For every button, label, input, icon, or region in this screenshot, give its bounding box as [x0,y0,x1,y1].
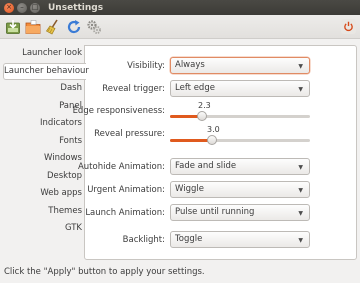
launch-animation-value: Pulse until running [175,207,255,217]
minimize-window-button[interactable]: – [17,2,27,13]
urgent-animation-label: Urgent Animation: [87,185,165,195]
chevron-down-icon: ▼ [298,63,303,70]
launch-animation-combo[interactable]: Pulse until running ▼ [170,204,310,221]
reveal-pressure-slider[interactable] [170,135,310,145]
quit-button[interactable] [341,19,356,34]
launch-animation-label: Launch Animation: [85,208,165,218]
maximize-window-button[interactable]: □ [30,2,40,13]
import-icon [6,20,20,34]
backlight-value: Toggle [175,234,203,244]
chevron-down-icon: ▼ [298,210,303,217]
urgent-animation-value: Wiggle [175,184,204,194]
import-button[interactable] [5,19,21,35]
chevron-down-icon: ▼ [298,237,303,244]
chevron-down-icon: ▼ [298,86,303,93]
autohide-animation-value: Fade and slide [175,161,237,171]
refresh-button[interactable] [66,19,82,35]
settings-panel [84,45,357,260]
visibility-label: Visibility: [127,61,165,71]
clean-button[interactable] [45,19,61,35]
sidebar-item-web-apps[interactable]: Web apps [3,185,84,203]
sidebar-item-windows[interactable]: Windows [3,150,84,168]
title-bar: × – □ Unsettings [0,0,360,15]
minimize-icon: – [20,3,24,11]
export-icon [25,20,41,34]
export-button[interactable] [25,19,41,35]
edge-responsiveness-label: Edge responsiveness: [72,106,165,116]
backlight-combo[interactable]: Toggle ▼ [170,231,310,248]
backlight-label: Backlight: [122,235,165,245]
status-message: Click the "Apply" button to apply your s… [4,267,205,277]
autohide-animation-combo[interactable]: Fade and slide ▼ [170,158,310,175]
sidebar-item-themes[interactable]: Themes [3,203,84,221]
maximize-icon: □ [31,3,39,11]
reveal-trigger-combo[interactable]: Left edge ▼ [170,80,310,97]
toolbar [0,15,360,39]
visibility-combo[interactable]: Always ▼ [170,57,310,74]
chevron-down-icon: ▼ [298,187,303,194]
refresh-icon [67,20,81,34]
close-window-button[interactable]: × [4,2,14,13]
reveal-pressure-fill [170,139,212,142]
reveal-pressure-value: 3.0 [207,125,220,134]
window-title: Unsettings [48,2,104,13]
reveal-pressure-handle[interactable] [207,135,217,145]
visibility-value: Always [175,60,205,70]
urgent-animation-combo[interactable]: Wiggle ▼ [170,181,310,198]
chevron-down-icon: ▼ [298,164,303,171]
category-sidebar: Launcher look Launcher behaviour Dash Pa… [3,45,89,233]
sidebar-item-dash[interactable]: Dash [3,80,84,98]
autohide-animation-label: Autohide Animation: [77,162,165,172]
edge-responsiveness-value: 2.3 [198,101,211,110]
sidebar-item-gtk[interactable]: GTK [3,220,84,238]
sidebar-item-desktop[interactable]: Desktop [3,168,84,186]
reveal-trigger-label: Reveal trigger: [102,84,165,94]
broom-icon [45,19,58,35]
sidebar-item-launcher-behaviour[interactable]: Launcher behaviour [3,62,89,80]
reveal-trigger-value: Left edge [175,83,215,93]
reveal-pressure-label: Reveal pressure: [94,129,165,139]
sidebar-item-indicators[interactable]: Indicators [3,115,84,133]
edge-responsiveness-slider[interactable] [170,111,310,121]
gears-icon [87,20,101,34]
sidebar-item-launcher-look[interactable]: Launcher look [3,45,84,63]
sidebar-item-fonts[interactable]: Fonts [3,133,84,151]
power-icon [344,21,353,32]
close-icon: × [6,3,12,11]
system-settings-button[interactable] [86,19,102,35]
